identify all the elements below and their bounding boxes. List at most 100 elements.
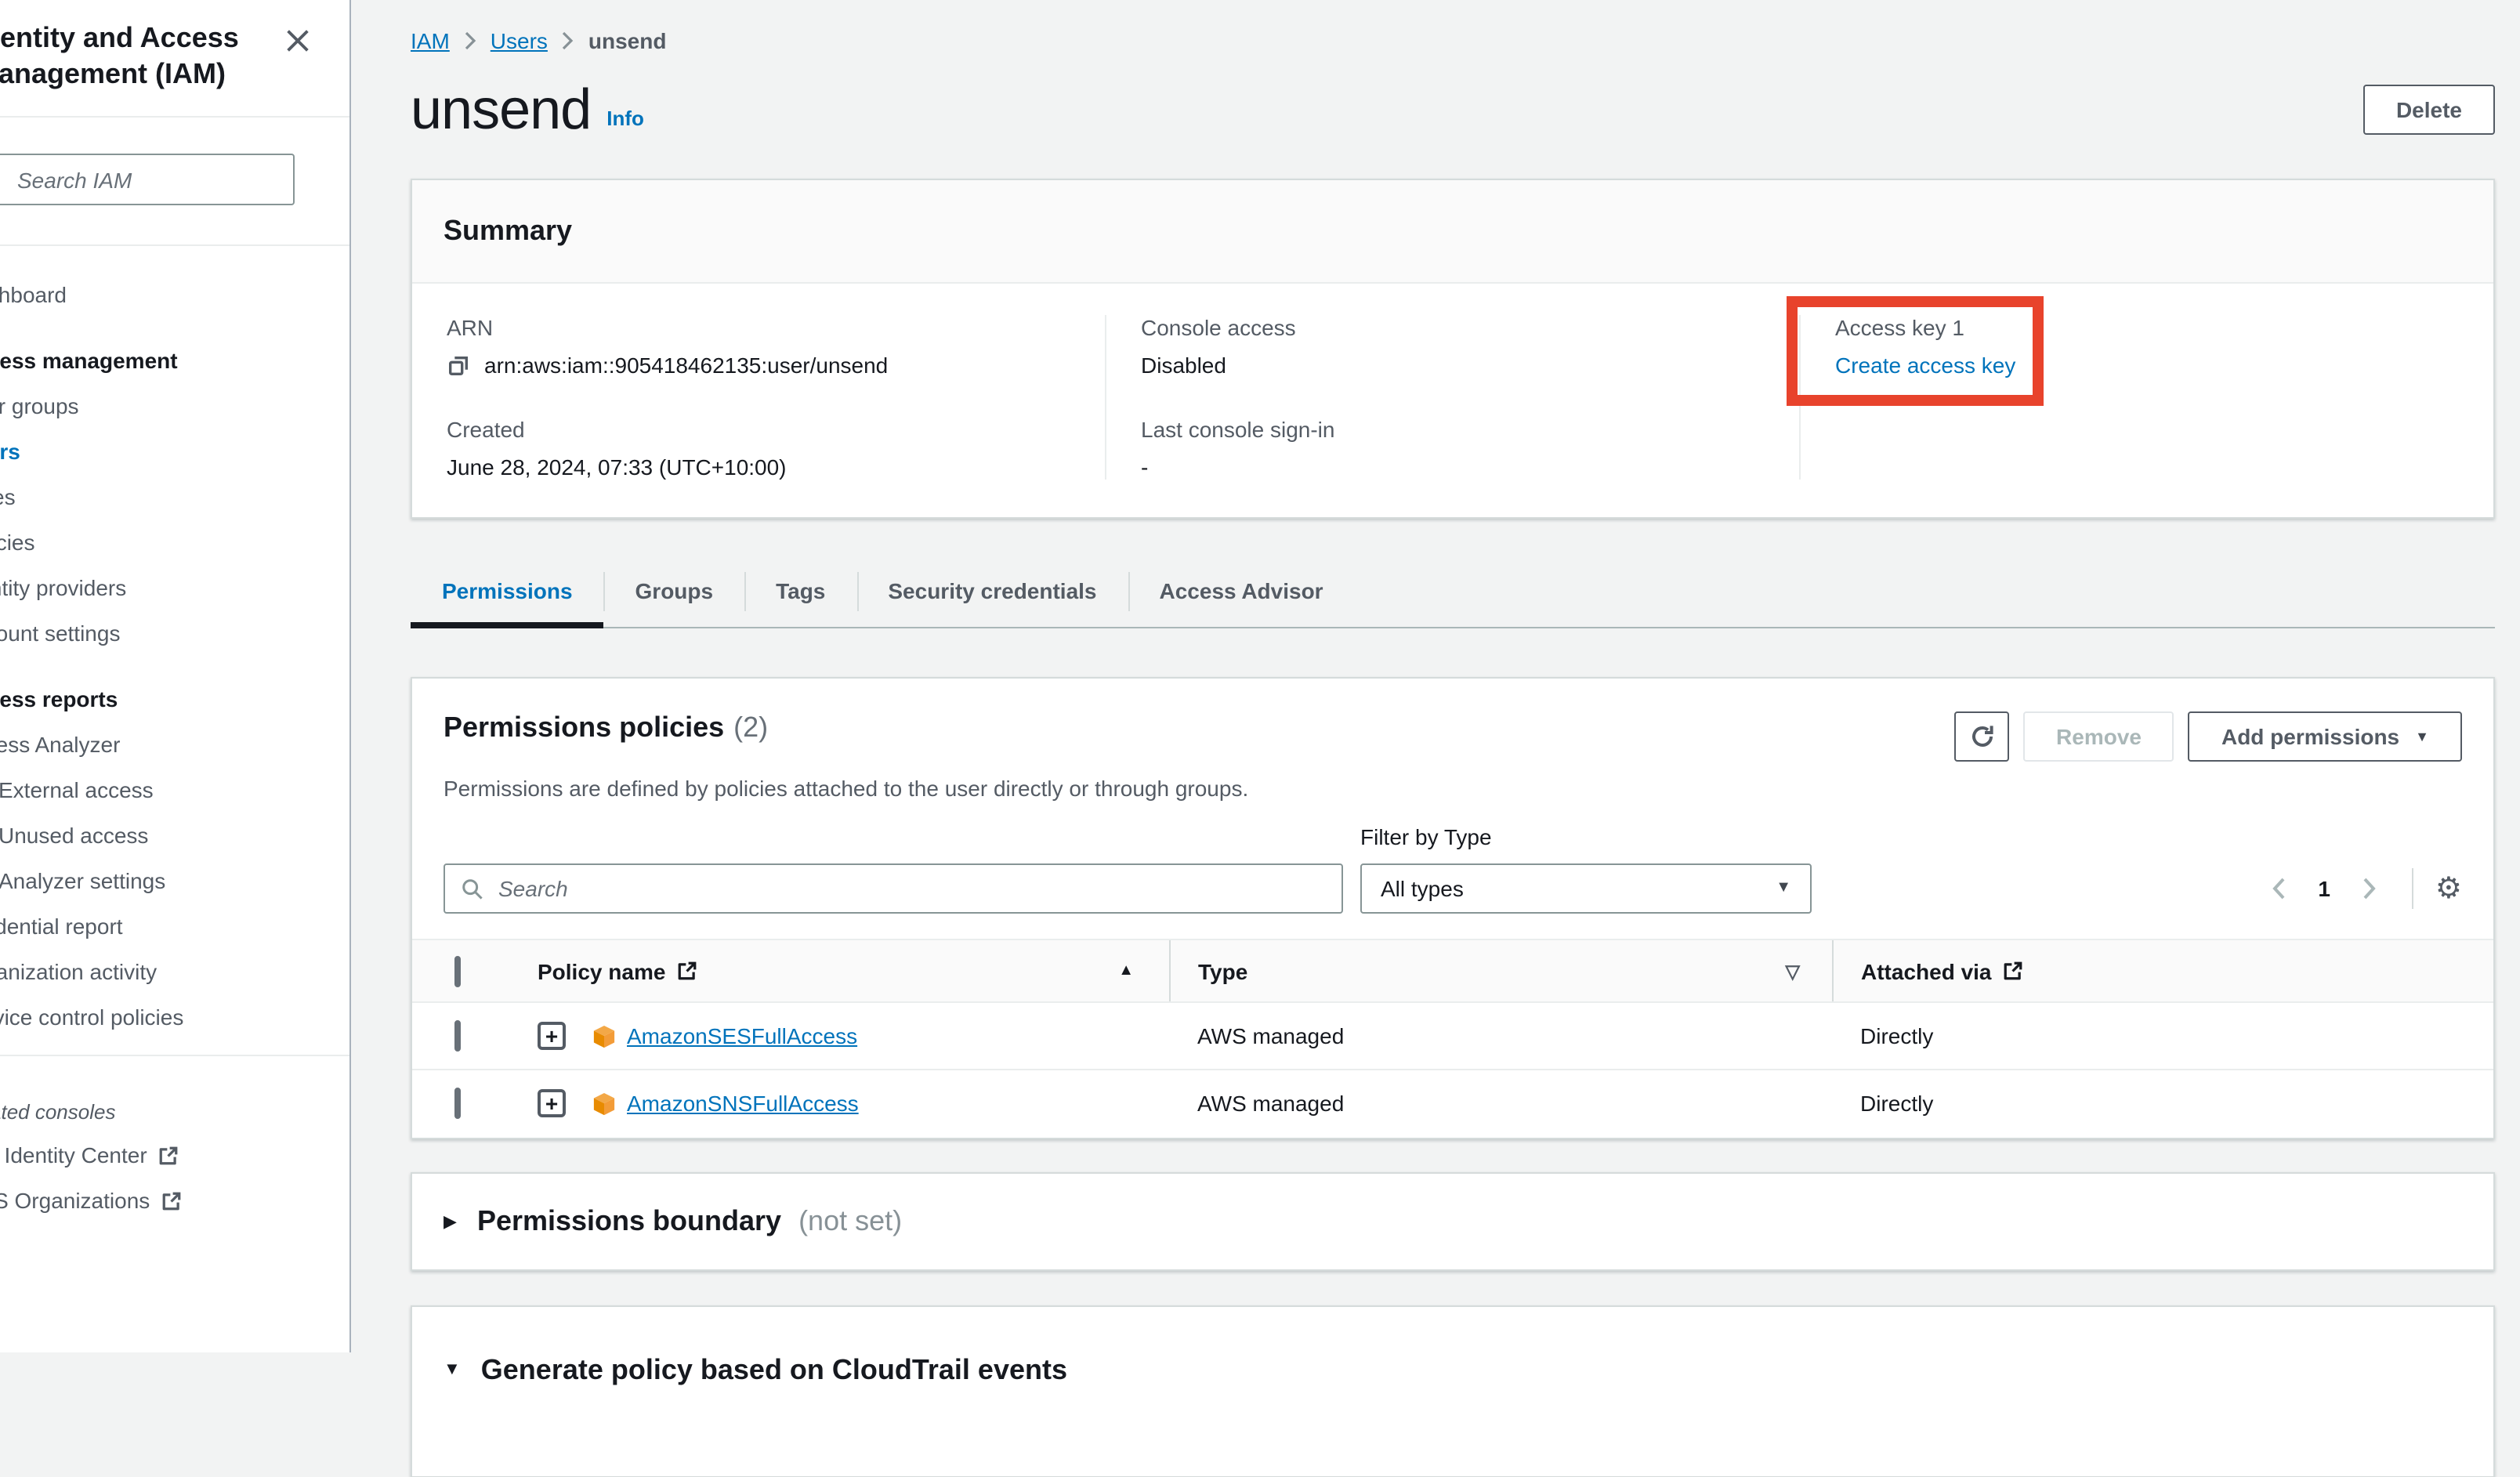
policy-link[interactable]: AmazonSNSFullAccess (627, 1091, 859, 1117)
external-link-icon (2003, 961, 2023, 981)
chevron-down-icon[interactable]: ▼ (444, 1360, 461, 1379)
console-access-label: Console access (1141, 315, 1765, 340)
policy-link[interactable]: AmazonSESFullAccess (627, 1023, 857, 1048)
refresh-icon (1969, 724, 1994, 749)
sidebar-item-access-analyzer[interactable]: Access Analyzer (0, 722, 351, 768)
copy-icon[interactable] (447, 353, 470, 377)
attached-via-cell: Directly (1832, 1070, 2493, 1137)
generate-policy-title: Generate policy based on CloudTrail even… (481, 1353, 1067, 1386)
sidebar-item-policies[interactable]: Policies (0, 520, 351, 566)
sidebar-item-external-access[interactable]: External access (0, 768, 351, 813)
remove-button[interactable]: Remove (2023, 711, 2174, 762)
pagination: 1 ⚙ (2265, 863, 2462, 914)
chevron-right-icon[interactable]: ▶ (444, 1211, 457, 1231)
permissions-boundary-panel[interactable]: ▶ Permissions boundary (not set) (411, 1171, 2495, 1270)
last-signin-label: Last console sign-in (1141, 417, 1765, 442)
managed-policy-icon (592, 1092, 616, 1116)
summary-heading: Summary (412, 180, 2493, 284)
divider (0, 244, 351, 246)
external-link-icon (158, 1146, 179, 1166)
sidebar-item-iam-identity-center[interactable]: IAM Identity Center (0, 1133, 351, 1178)
sidebar-item-service-control-policies[interactable]: Service control policies (0, 995, 351, 1041)
tab-permissions[interactable]: Permissions (411, 559, 604, 627)
breadcrumb: IAM Users unsend (411, 0, 2495, 53)
gear-icon[interactable]: ⚙ (2435, 874, 2462, 903)
current-page-number[interactable]: 1 (2318, 876, 2330, 901)
attached-via-cell: Directly (1832, 1002, 2493, 1070)
sidebar-item-aws-organizations[interactable]: AWS Organizations (0, 1178, 351, 1224)
previous-page-icon[interactable] (2265, 876, 2293, 901)
summary-col-console: Console access Disabled Last console sig… (1105, 315, 1799, 480)
add-permissions-button[interactable]: Add permissions ▼ (2189, 711, 2462, 762)
permissions-policies-count: (2) (733, 711, 768, 743)
sidebar-item-roles[interactable]: Roles (0, 475, 351, 520)
tab-security-credentials[interactable]: Security credentials (856, 559, 1128, 627)
permissions-boundary-status: (not set) (798, 1204, 902, 1237)
chevron-right-icon (562, 31, 574, 50)
permissions-policies-description: Permissions are defined by policies atta… (412, 776, 2493, 801)
breadcrumb-users-link[interactable]: Users (491, 28, 548, 53)
sidebar-item-users[interactable]: Users (0, 429, 351, 475)
managed-policy-icon (592, 1024, 616, 1048)
external-link-icon (161, 1191, 181, 1211)
main-content: IAM Users unsend unsend Info Delete Summ… (353, 0, 2520, 1352)
arn-value: arn:aws:iam::905418462135:user/unsend (484, 353, 888, 378)
summary-col-arn: ARN arn:aws:iam::905418462135:user/unsen… (412, 315, 1105, 480)
select-all-checkbox[interactable] (454, 955, 461, 986)
tab-tags[interactable]: Tags (744, 559, 856, 627)
row-checkbox[interactable] (454, 1020, 461, 1052)
expand-row-icon[interactable] (538, 1022, 566, 1050)
sidebar-item-analyzer-settings[interactable]: Analyzer settings (0, 859, 351, 904)
table-row: AmazonSESFullAccess AWS managed Directly (412, 1002, 2493, 1070)
column-header-attached-via[interactable]: Attached via (1861, 958, 1992, 983)
sidebar-title: Identity and Access Management (IAM) (0, 20, 307, 92)
column-header-policy-name[interactable]: Policy name (538, 958, 665, 983)
chevron-right-icon (464, 31, 476, 50)
column-header-type[interactable]: Type (1198, 958, 1247, 983)
sidebar-item-identity-providers[interactable]: Identity providers (0, 566, 351, 611)
type-filter-select[interactable]: All types (1360, 863, 1812, 914)
sidebar-item-organization-activity[interactable]: Organization activity (0, 950, 351, 995)
console-access-value: Disabled (1141, 353, 1765, 378)
create-access-key-link[interactable]: Create access key (1835, 353, 2015, 378)
breadcrumb-iam-link[interactable]: IAM (411, 28, 450, 53)
summary-panel: Summary ARN arn:aws:iam::905418462135:us… (411, 179, 2495, 519)
sort-ascending-icon[interactable]: ▲ (1118, 962, 1134, 979)
info-link[interactable]: Info (606, 106, 644, 129)
policies-table: Policy name ▲ Type ▽ (412, 939, 2493, 1137)
permissions-policies-title: Permissions policies(2) (444, 711, 768, 744)
row-checkbox[interactable] (454, 1088, 461, 1120)
sidebar-item-label: IAM Identity Center (0, 1133, 147, 1178)
policies-search-input[interactable] (444, 863, 1343, 914)
delete-button[interactable]: Delete (2363, 85, 2495, 135)
sidebar-item-unused-access[interactable]: Unused access (0, 813, 351, 859)
sidebar-section-access-management: Access management (0, 338, 351, 384)
external-link-icon (676, 961, 697, 981)
iam-sidebar: Identity and Access Management (IAM) Das… (0, 0, 351, 1352)
filter-by-type-label: Filter by Type (1360, 824, 1812, 849)
expand-row-icon[interactable] (538, 1090, 566, 1118)
sidebar-section-related-consoles: Related consoles (0, 1092, 351, 1133)
sidebar-item-dashboard[interactable]: Dashboard (0, 273, 351, 318)
permissions-boundary-title: Permissions boundary (477, 1204, 781, 1237)
created-value: June 28, 2024, 07:33 (UTC+10:00) (447, 454, 1070, 480)
chevron-down-icon: ▼ (2415, 729, 2429, 744)
sidebar-item-user-groups[interactable]: User groups (0, 384, 351, 429)
sidebar-item-credential-report[interactable]: Credential report (0, 904, 351, 950)
tab-access-advisor[interactable]: Access Advisor (1128, 559, 1355, 627)
sidebar-section-access-reports: Access reports (0, 677, 351, 722)
filter-icon[interactable]: ▽ (1786, 960, 1800, 982)
sidebar-item-account-settings[interactable]: Account settings (0, 611, 351, 657)
sidebar-search-input[interactable] (0, 154, 295, 205)
refresh-button[interactable] (1954, 711, 2009, 762)
policy-type-cell: AWS managed (1169, 1070, 1832, 1137)
next-page-icon[interactable] (2355, 876, 2384, 901)
generate-policy-panel[interactable]: ▼ Generate policy based on CloudTrail ev… (411, 1305, 2495, 1477)
detail-tabs: Permissions Groups Tags Security credent… (411, 559, 2495, 628)
tab-groups[interactable]: Groups (604, 559, 745, 627)
close-icon[interactable] (284, 27, 315, 58)
search-icon (461, 878, 484, 901)
created-label: Created (447, 417, 1070, 442)
page-title: unsend (411, 77, 591, 143)
sidebar-item-label: AWS Organizations (0, 1178, 150, 1224)
